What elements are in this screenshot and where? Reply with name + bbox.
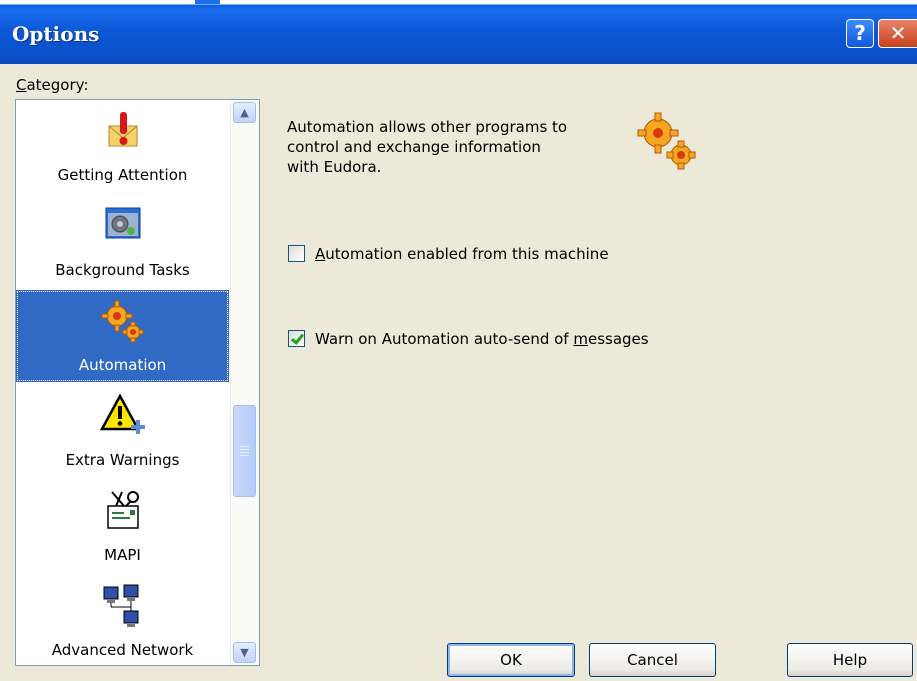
category-list[interactable]: Getting Attention Background Tasks Autom… [15,99,260,666]
background-tasks-icon [105,207,140,239]
category-item-background-tasks[interactable]: Background Tasks [16,195,229,287]
scroll-down-button[interactable]: ▼ [233,642,256,663]
category-label-getting-attention: Getting Attention [57,166,188,184]
scroll-up-button[interactable]: ▲ [233,102,256,123]
scroll-thumb-grip [240,446,249,447]
automation-enabled-checkbox[interactable] [288,245,305,262]
title-bar-strip-accent [195,0,220,4]
automation-description: Automation allows other programs to cont… [287,117,617,177]
category-item-advanced-network[interactable]: Advanced Network [16,575,229,665]
category-scrollbar[interactable]: ▲ ▼ [230,100,259,665]
category-label: Category: [16,76,89,94]
category-item-mapi[interactable]: MAPI [16,480,229,572]
help-button[interactable]: Help [787,643,913,677]
category-item-automation[interactable]: Automation [16,290,229,382]
description-line-1: Automation allows other programs to [287,118,568,136]
exclamation-envelope-icon [108,112,137,147]
close-title-button[interactable]: ✕ [878,19,917,48]
window-title: Options [12,22,100,46]
description-line-2: control and exchange information [287,138,541,156]
title-bar-top-strip [0,0,917,4]
warn-autosend-label[interactable]: Warn on Automation auto-send of messages [315,328,649,350]
cancel-button[interactable]: Cancel [589,643,716,677]
gears-icon [637,112,696,170]
mapi-icon [106,491,139,529]
category-item-extra-warnings[interactable]: Extra Warnings [16,385,229,477]
category-item-getting-attention[interactable]: Getting Attention [16,100,229,192]
warning-icon [99,393,145,434]
description-line-3: with Eudora. [287,158,382,176]
gears-icon [101,300,143,343]
warn-autosend-checkbox[interactable] [288,330,305,347]
help-title-button[interactable]: ? [846,19,874,48]
category-label-advanced-network: Advanced Network [51,641,194,659]
chevron-up-icon: ▲ [240,106,249,119]
category-label-automation: Automation [78,356,167,374]
chevron-down-icon: ▼ [240,646,249,659]
title-bar: Options ? ✕ [0,0,917,64]
category-label-extra-warnings: Extra Warnings [65,451,180,469]
automation-enabled-label[interactable]: Automation enabled from this machine [315,243,609,265]
category-label-background-tasks: Background Tasks [55,261,190,279]
scroll-thumb[interactable] [233,405,256,497]
ok-button[interactable]: OK [447,643,575,677]
network-computers-icon [103,584,138,627]
category-label-mapi: MAPI [104,546,141,564]
